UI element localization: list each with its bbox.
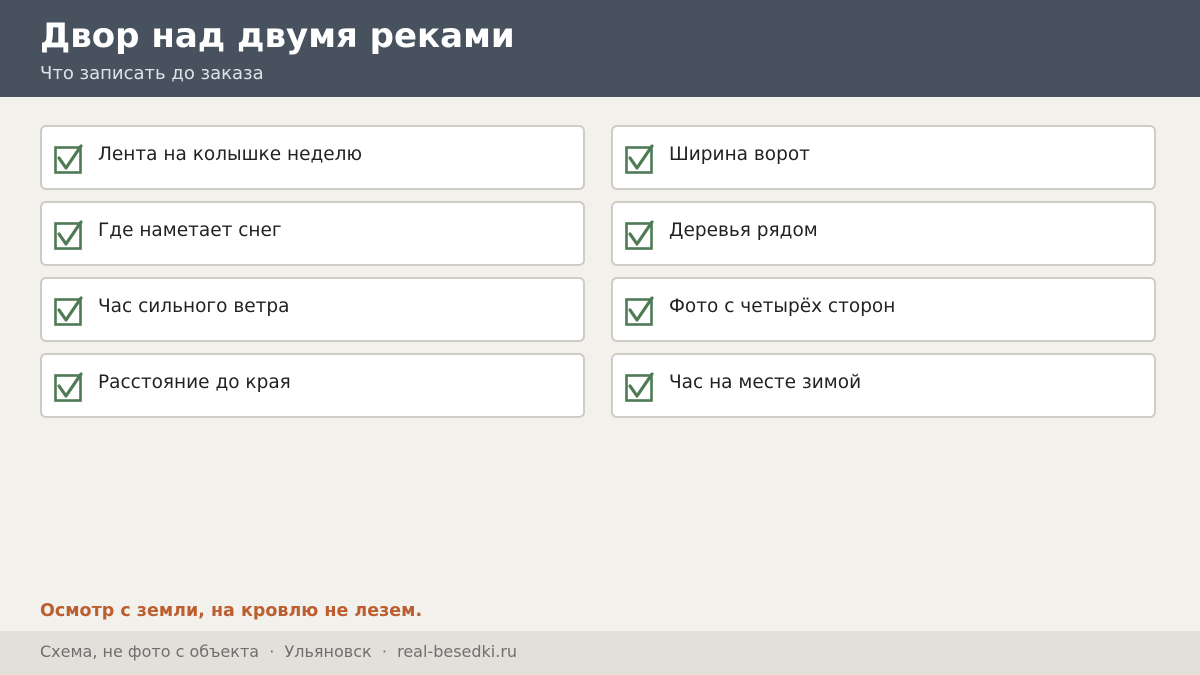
checklist-item-label: Расстояние до края: [98, 372, 291, 393]
footer: Схема, не фото с объекта · Ульяновск · r…: [0, 631, 1200, 675]
footer-item-disclaimer: Схема, не фото с объекта: [40, 642, 260, 661]
checked-checkbox-icon[interactable]: [625, 220, 655, 250]
checked-checkbox-icon[interactable]: [54, 296, 84, 326]
checklist-item-label: Лента на колышке неделю: [98, 144, 363, 165]
checklist-item-label: Деревья рядом: [669, 220, 818, 241]
checklist-item[interactable]: Где наметает снег: [40, 201, 585, 266]
checklist-item-label: Час на месте зимой: [669, 372, 862, 393]
checked-checkbox-icon[interactable]: [54, 372, 84, 402]
checklist-item-label: Час сильного ветра: [98, 296, 290, 317]
checklist-item[interactable]: Час сильного ветра: [40, 277, 585, 342]
page-subtitle: Что записать до заказа: [40, 63, 264, 84]
footer-text: Схема, не фото с объекта · Ульяновск · r…: [40, 641, 517, 663]
checked-checkbox-icon[interactable]: [54, 144, 84, 174]
checklist-item[interactable]: Лента на колышке неделю: [40, 125, 585, 190]
checklist-item[interactable]: Деревья рядом: [611, 201, 1156, 266]
checked-checkbox-icon[interactable]: [625, 372, 655, 402]
footer-item-city: Ульяновск: [284, 642, 372, 661]
header: Двор над двумя реками Что записать до за…: [0, 0, 1200, 97]
checked-checkbox-icon[interactable]: [625, 144, 655, 174]
checklist-item-label: Ширина ворот: [669, 144, 810, 165]
site-visit-note: Осмотр с земли, на кровлю не лезем.: [40, 601, 423, 621]
checked-checkbox-icon[interactable]: [625, 296, 655, 326]
checklist-item[interactable]: Фото с четырёх сторон: [611, 277, 1156, 342]
footer-separator: ·: [381, 642, 387, 661]
checklist: Лента на колышке неделю Ширина ворот Где…: [40, 125, 1156, 418]
footer-separator: ·: [269, 642, 275, 661]
checklist-item[interactable]: Час на месте зимой: [611, 353, 1156, 418]
checked-checkbox-icon[interactable]: [54, 220, 84, 250]
checklist-item[interactable]: Ширина ворот: [611, 125, 1156, 190]
page-title: Двор над двумя реками: [40, 16, 515, 56]
checklist-item-label: Фото с четырёх сторон: [669, 296, 896, 317]
checklist-item-label: Где наметает снег: [98, 220, 282, 241]
footer-item-website[interactable]: real-besedki.ru: [397, 642, 517, 661]
checklist-item[interactable]: Расстояние до края: [40, 353, 585, 418]
